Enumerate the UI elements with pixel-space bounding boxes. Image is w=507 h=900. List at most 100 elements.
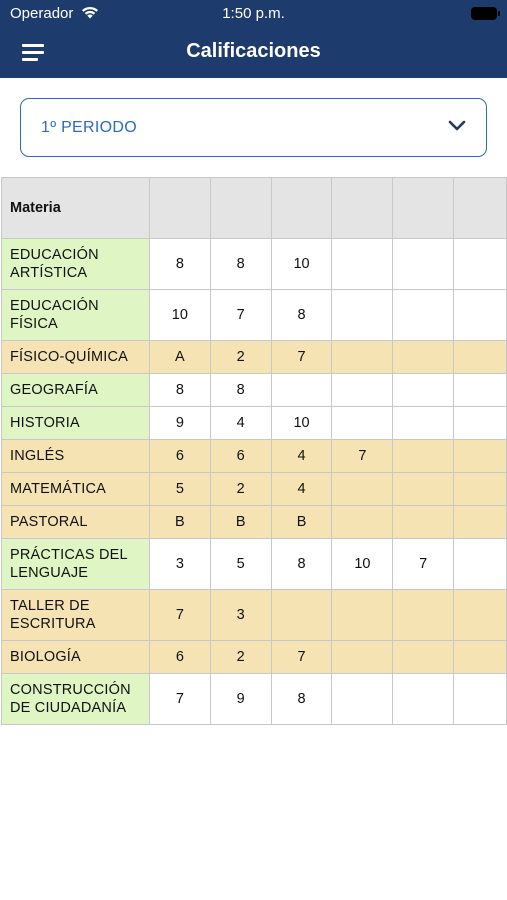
- grade-cell: 8: [209, 373, 272, 407]
- grade-cell: [392, 505, 455, 539]
- subject-cell: PRÁCTICAS DEL LENGUAJE: [1, 538, 150, 590]
- grade-cell: 7: [270, 340, 333, 374]
- chevron-down-icon: [448, 120, 466, 131]
- period-selected-value: 1º PERIODO: [41, 119, 137, 136]
- grade-cell: [331, 673, 394, 725]
- grade-cell: [392, 406, 455, 440]
- table-row: CONSTRUCCIÓN DE CIUDADANÍA 7 9 8: [1, 673, 507, 725]
- grade-cell: 6: [148, 439, 211, 473]
- grade-cell: [270, 589, 333, 641]
- grade-cell: 8: [209, 238, 272, 290]
- grade-cell: [453, 340, 507, 374]
- subject-cell: GEOGRAFÍA: [1, 373, 150, 407]
- grade-cell: [453, 373, 507, 407]
- grade-cell: [331, 472, 394, 506]
- grade-cell: [331, 238, 394, 290]
- grade-cell: [453, 439, 507, 473]
- grade-cell: [392, 472, 455, 506]
- subject-cell: EDUCACIÓN ARTÍSTICA: [1, 238, 150, 290]
- grade-cell: [392, 289, 455, 341]
- subject-cell: INGLÉS: [1, 439, 150, 473]
- grade-cell: [331, 589, 394, 641]
- grade-cell: [392, 373, 455, 407]
- grade-cell: 7: [209, 289, 272, 341]
- grade-cell: 2: [209, 340, 272, 374]
- table-row: EDUCACIÓN FÍSICA 10 7 8: [1, 289, 507, 341]
- grade-cell: [453, 238, 507, 290]
- grade-cell: [453, 640, 507, 674]
- subject-cell: HISTORIA: [1, 406, 150, 440]
- grade-cell: 10: [331, 538, 394, 590]
- period-dropdown[interactable]: 1º PERIODO: [20, 98, 487, 157]
- table-row: BIOLOGÍA 6 2 7: [1, 640, 507, 674]
- grade-cell: 4: [270, 472, 333, 506]
- grade-cell: [392, 673, 455, 725]
- battery-icon: [471, 7, 500, 20]
- grade-cell: [453, 472, 507, 506]
- grade-cell: 9: [148, 406, 211, 440]
- subject-cell: BIOLOGÍA: [1, 640, 150, 674]
- grade-cell: 7: [392, 538, 455, 590]
- grade-cell: [392, 238, 455, 290]
- grade-cell: [331, 373, 394, 407]
- grade-cell: [392, 640, 455, 674]
- status-time: 1:50 p.m.: [222, 5, 285, 22]
- grades-table: Materia EDUCACIÓN ARTÍSTICA 8 8 10 EDUCACIÓN…: [1, 177, 507, 725]
- grade-cell: 9: [209, 673, 272, 725]
- grade-cell: [453, 538, 507, 590]
- subject-cell: EDUCACIÓN FÍSICA: [1, 289, 150, 341]
- subject-cell: CONSTRUCCIÓN DE CIUDADANÍA: [1, 673, 150, 725]
- navigation-bar: Operador 1:50 p.m. Calificaciones: [0, 0, 507, 78]
- grade-cell: 3: [148, 538, 211, 590]
- table-row: EDUCACIÓN ARTÍSTICA 8 8 10: [1, 238, 507, 290]
- page-title: Calificaciones: [186, 40, 321, 62]
- grade-cell: 10: [148, 289, 211, 341]
- grade-cell: 8: [270, 538, 333, 590]
- grade-cell: [392, 439, 455, 473]
- grade-cell: [453, 589, 507, 641]
- grade-cell: [392, 589, 455, 641]
- grade-cell: 2: [209, 640, 272, 674]
- column-header-grade-4: [331, 177, 394, 239]
- grade-cell: 10: [270, 406, 333, 440]
- column-header-subject: Materia: [1, 177, 150, 239]
- grade-cell: 2: [209, 472, 272, 506]
- grade-cell: 7: [148, 589, 211, 641]
- grade-cell: [331, 406, 394, 440]
- column-header-grade-5: [392, 177, 455, 239]
- subject-cell: FÍSICO-QUÍMICA: [1, 340, 150, 374]
- table-row: FÍSICO-QUÍMICA A 2 7: [1, 340, 507, 374]
- grade-cell: [453, 673, 507, 725]
- grade-cell: B: [209, 505, 272, 539]
- grade-cell: [270, 373, 333, 407]
- column-header-grade-6: [453, 177, 507, 239]
- grade-cell: 8: [270, 673, 333, 725]
- grade-cell: 5: [209, 538, 272, 590]
- column-header-grade-1: [148, 177, 211, 239]
- table-row: MATEMÁTICA 5 2 4: [1, 472, 507, 506]
- grade-cell: 5: [148, 472, 211, 506]
- grade-cell: 8: [270, 289, 333, 341]
- grade-cell: [453, 505, 507, 539]
- grade-cell: A: [148, 340, 211, 374]
- subject-cell: MATEMÁTICA: [1, 472, 150, 506]
- grade-cell: B: [270, 505, 333, 539]
- subject-cell: PASTORAL: [1, 505, 150, 539]
- grade-cell: [453, 406, 507, 440]
- status-bar: Operador 1:50 p.m.: [0, 0, 507, 28]
- grade-cell: 6: [209, 439, 272, 473]
- column-header-grade-3: [270, 177, 333, 239]
- grade-cell: 6: [148, 640, 211, 674]
- grade-cell: 10: [270, 238, 333, 290]
- table-row: TALLER DE ESCRITURA 7 3: [1, 589, 507, 641]
- grade-cell: [331, 505, 394, 539]
- table-row: HISTORIA 9 4 10: [1, 406, 507, 440]
- table-row: PRÁCTICAS DEL LENGUAJE 3 5 8 10 7: [1, 538, 507, 590]
- grade-cell: 7: [148, 673, 211, 725]
- grade-cell: [331, 340, 394, 374]
- grade-cell: 4: [209, 406, 272, 440]
- table-row: PASTORAL B B B: [1, 505, 507, 539]
- grade-cell: 7: [331, 439, 394, 473]
- column-header-grade-2: [209, 177, 272, 239]
- grade-cell: 4: [270, 439, 333, 473]
